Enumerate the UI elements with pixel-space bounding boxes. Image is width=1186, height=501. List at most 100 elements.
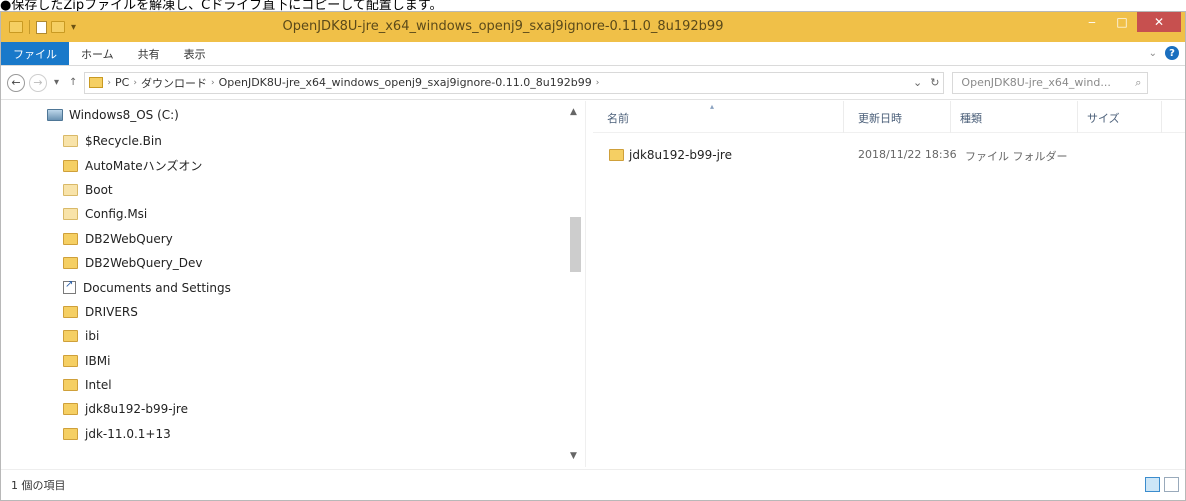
ribbon-right-controls: ⌄ ?: [1149, 46, 1179, 60]
tree-item-label: IBMi: [85, 353, 111, 368]
column-header-type[interactable]: 種類: [960, 110, 982, 126]
window-title: OpenJDK8U-jre_x64_windows_openj9_sxaj9ig…: [282, 19, 724, 34]
sort-arrow-icon: ▴: [710, 102, 715, 111]
breadcrumb-separator[interactable]: ›: [211, 78, 215, 88]
tree-children: $Recycle.Bin AutoMateハンズオン Boot Config.M…: [63, 129, 231, 446]
tree-item[interactable]: Config.Msi: [63, 202, 231, 226]
folder-icon: [63, 403, 78, 416]
back-button[interactable]: ←: [7, 73, 25, 92]
refresh-icon[interactable]: ↻: [930, 76, 939, 89]
file-list-pane: ▴ 名前 更新日時 種類 サイズ jdk8u192-b99-jre 2018/1…: [593, 101, 1185, 467]
folder-icon: [63, 183, 78, 196]
tree-item-label: jdk-11.0.1+13: [85, 426, 171, 441]
folder-icon: [89, 77, 104, 88]
maximize-button[interactable]: □: [1107, 12, 1137, 32]
expand-ribbon-icon[interactable]: ⌄: [1149, 48, 1157, 59]
breadcrumb-separator[interactable]: ›: [596, 78, 600, 88]
folder-icon: [63, 379, 78, 392]
new-folder-icon[interactable]: [51, 21, 65, 33]
address-row: ← → ▾ ↑ › PC › ダウンロード › OpenJDK8U-jre_x6…: [1, 66, 1185, 100]
title-bar: ▾ OpenJDK8U-jre_x64_windows_openj9_sxaj9…: [1, 12, 1185, 42]
folder-icon: [63, 305, 78, 318]
breadcrumb-separator[interactable]: ›: [133, 78, 137, 88]
tree-item[interactable]: Documents and Settings: [63, 275, 231, 299]
breadcrumb-separator[interactable]: ›: [107, 78, 111, 88]
folder-icon[interactable]: [9, 21, 23, 33]
tree-item-label: $Recycle.Bin: [85, 134, 162, 149]
tree-item[interactable]: IBMi: [63, 349, 231, 373]
file-row[interactable]: jdk8u192-b99-jre 2018/11/22 18:36 ファイル フ…: [593, 145, 1185, 165]
breadcrumb-pc[interactable]: PC: [115, 76, 129, 89]
column-header-size[interactable]: サイズ: [1087, 110, 1120, 126]
column-header-date[interactable]: 更新日時: [858, 110, 902, 126]
navigation-pane: Windows8_OS (C:) $Recycle.Bin AutoMateハン…: [1, 101, 586, 467]
tree-item-label: Windows8_OS (C:): [69, 108, 179, 122]
scroll-down-icon[interactable]: ▼: [570, 451, 577, 461]
quick-access-toolbar: ▾: [1, 20, 76, 34]
column-divider[interactable]: [950, 101, 951, 133]
folder-icon: [63, 135, 78, 148]
tree-item[interactable]: AutoMateハンズオン: [63, 153, 231, 177]
page-caption: ●保存したZipファイルを解凍し、Cドライブ直下にコピーして配置します。: [0, 0, 443, 13]
tree-item[interactable]: DB2WebQuery: [63, 227, 231, 251]
file-name: jdk8u192-b99-jre: [629, 148, 732, 162]
address-bar[interactable]: › PC › ダウンロード › OpenJDK8U-jre_x64_window…: [84, 71, 945, 94]
tree-item[interactable]: jdk-11.0.1+13: [63, 422, 231, 446]
recent-locations-icon[interactable]: ▾: [51, 77, 62, 88]
tree-item-label: DB2WebQuery_Dev: [85, 256, 203, 271]
scrollbar-thumb[interactable]: [570, 217, 581, 272]
search-box[interactable]: OpenJDK8U-jre_x64_wind... ⌕: [952, 71, 1149, 94]
tree-item[interactable]: Boot: [63, 178, 231, 202]
tree-item-c-drive[interactable]: Windows8_OS (C:): [47, 108, 179, 122]
breadcrumb-current-folder[interactable]: OpenJDK8U-jre_x64_windows_openj9_sxaj9ig…: [219, 76, 592, 89]
toolbar-divider: [29, 20, 30, 34]
tab-share[interactable]: 共有: [126, 42, 172, 65]
column-divider[interactable]: [1161, 101, 1162, 133]
shortcut-icon: [63, 279, 76, 295]
properties-icon[interactable]: [36, 20, 47, 34]
file-type: ファイル フォルダー: [965, 150, 1068, 163]
scroll-up-icon[interactable]: ▲: [570, 107, 577, 117]
tree-item[interactable]: Intel: [63, 373, 231, 397]
tree-item-label: DRIVERS: [85, 304, 138, 319]
address-actions: ⌄ ↻: [913, 76, 939, 89]
tree-item[interactable]: ibi: [63, 324, 231, 348]
column-header-name[interactable]: 名前: [607, 110, 629, 126]
column-divider[interactable]: [1077, 101, 1078, 133]
search-input[interactable]: OpenJDK8U-jre_x64_wind...: [961, 76, 1110, 89]
forward-button[interactable]: →: [29, 73, 47, 92]
search-icon[interactable]: ⌕: [1135, 76, 1141, 90]
help-icon[interactable]: ?: [1165, 46, 1179, 60]
tree-item[interactable]: jdk8u192-b99-jre: [63, 397, 231, 421]
ribbon-tabs: ファイル ホーム 共有 表示 ⌄ ?: [1, 42, 1185, 66]
tree-item[interactable]: DRIVERS: [63, 300, 231, 324]
large-icons-view-icon[interactable]: [1164, 477, 1179, 492]
tree-item-label: Documents and Settings: [83, 280, 231, 295]
close-button[interactable]: ✕: [1137, 12, 1181, 32]
folder-icon: [63, 159, 78, 172]
up-button[interactable]: ↑: [66, 77, 80, 88]
tree-item[interactable]: $Recycle.Bin: [63, 129, 231, 153]
minimize-button[interactable]: ‒: [1077, 12, 1107, 32]
tree-item-label: Config.Msi: [85, 207, 148, 222]
details-view-icon[interactable]: [1145, 477, 1160, 492]
customize-toolbar-icon[interactable]: ▾: [71, 22, 76, 33]
tree-item-label: ibi: [85, 329, 100, 344]
tab-home[interactable]: ホーム: [69, 42, 126, 65]
tab-file[interactable]: ファイル: [1, 42, 69, 65]
folder-icon: [63, 232, 78, 245]
drive-icon: [47, 109, 63, 121]
tree-item-label: DB2WebQuery: [85, 231, 173, 246]
tab-view[interactable]: 表示: [172, 42, 218, 65]
navigation-scrollbar[interactable]: ▲ ▼: [567, 101, 584, 467]
folder-icon: [609, 149, 624, 161]
folder-icon: [63, 208, 78, 221]
tree-item-label: Boot: [85, 182, 113, 197]
column-divider[interactable]: [843, 101, 844, 133]
address-dropdown-icon[interactable]: ⌄: [913, 76, 922, 89]
folder-icon: [63, 354, 78, 367]
breadcrumb-downloads[interactable]: ダウンロード: [141, 75, 207, 91]
explorer-window: ▾ OpenJDK8U-jre_x64_windows_openj9_sxaj9…: [0, 11, 1186, 501]
tree-item[interactable]: DB2WebQuery_Dev: [63, 251, 231, 275]
tree-item-label: Intel: [85, 378, 112, 393]
